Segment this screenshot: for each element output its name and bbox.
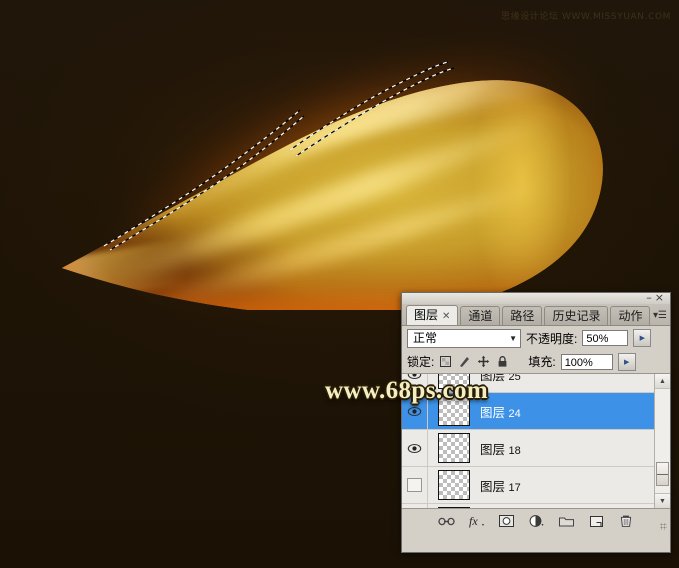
panel-window-buttons[interactable]: –× bbox=[646, 292, 667, 303]
fill-slider-arrow[interactable]: ▶ bbox=[617, 352, 636, 371]
layers-panel-toolbar[interactable]: fx bbox=[402, 509, 670, 532]
opacity-input[interactable]: 50% bbox=[582, 330, 629, 346]
lock-row: 锁定: 填充: 100% ▶ bbox=[402, 350, 670, 373]
fill-label: 填充: bbox=[528, 355, 556, 369]
opacity-slider-arrow[interactable]: ▶ bbox=[633, 329, 652, 347]
new-group-icon[interactable] bbox=[558, 513, 575, 529]
new-layer-icon[interactable] bbox=[588, 513, 605, 529]
blend-mode-value: 正常 bbox=[413, 330, 438, 345]
panel-resize-grip[interactable] bbox=[660, 523, 667, 530]
layer-number: 24 bbox=[508, 407, 521, 420]
tab-close-icon[interactable]: ✕ bbox=[442, 311, 450, 322]
layer-number: 17 bbox=[508, 481, 521, 494]
panel-menu-icon[interactable]: ▾☰ bbox=[651, 309, 667, 323]
chevron-down-icon[interactable]: ▼ bbox=[509, 330, 517, 347]
lock-icons-group[interactable] bbox=[439, 355, 509, 368]
blend-mode-select[interactable]: 正常 ▼ bbox=[407, 328, 521, 348]
lock-transparent-pixels-icon[interactable] bbox=[439, 355, 452, 368]
tab-label: 图层 bbox=[414, 308, 439, 322]
layer-thumbnail bbox=[438, 470, 470, 500]
blend-mode-row: 正常 ▼ 不透明度: 50% ▶ bbox=[402, 326, 670, 350]
tab-label: 通道 bbox=[468, 309, 493, 323]
tab-label: 动作 bbox=[618, 309, 643, 323]
tab-paths[interactable]: 路径 bbox=[502, 306, 543, 325]
site-watermark-center: www.68ps.com bbox=[325, 377, 489, 404]
opacity-label: 不透明度: bbox=[526, 331, 578, 346]
lock-label: 锁定: bbox=[407, 355, 435, 369]
layer-number: 25 bbox=[508, 373, 521, 383]
layer-thumbnail bbox=[438, 433, 470, 463]
layers-panel[interactable]: –× 图层 ✕ 通道 路径 历史记录 动作 ▾☰ 正常 ▼ 不透明度: 50% ▶… bbox=[401, 292, 671, 553]
eye-icon-hidden[interactable] bbox=[407, 478, 422, 492]
panel-tab-bar[interactable]: 图层 ✕ 通道 路径 历史记录 动作 ▾☰ bbox=[402, 304, 670, 326]
layer-name-text: 图层 bbox=[480, 405, 506, 420]
tab-layers[interactable]: 图层 ✕ bbox=[406, 305, 459, 325]
layer-thumbnail-cell[interactable] bbox=[428, 470, 480, 500]
new-adjustment-layer-icon[interactable] bbox=[528, 513, 545, 529]
layer-number: 18 bbox=[508, 444, 521, 457]
tab-label: 历史记录 bbox=[552, 309, 601, 323]
leaf-artwork bbox=[8, 0, 679, 426]
eye-icon[interactable] bbox=[407, 406, 422, 417]
layer-name[interactable]: 图层 17 bbox=[480, 476, 521, 495]
layer-name-text: 图层 bbox=[480, 479, 506, 494]
minimize-icon[interactable]: – bbox=[646, 291, 655, 304]
layer-visibility-cell[interactable] bbox=[402, 467, 428, 503]
layer-visibility-cell[interactable] bbox=[402, 430, 428, 466]
table-row[interactable]: 图层 18 bbox=[402, 430, 670, 467]
scroll-up-icon[interactable]: ▲ bbox=[655, 374, 670, 389]
link-layers-icon[interactable] bbox=[437, 513, 455, 529]
table-row[interactable]: 图层 17 bbox=[402, 467, 670, 504]
tab-label: 路径 bbox=[510, 309, 535, 323]
layer-thumbnail-cell[interactable] bbox=[428, 433, 480, 463]
eye-icon[interactable] bbox=[407, 443, 422, 454]
tab-actions[interactable]: 动作 bbox=[610, 306, 651, 325]
add-layer-mask-icon[interactable] bbox=[498, 513, 515, 529]
lock-image-pixels-icon[interactable] bbox=[458, 355, 471, 368]
close-icon[interactable]: × bbox=[655, 291, 667, 304]
lock-position-icon[interactable] bbox=[477, 355, 490, 368]
panel-titlebar[interactable]: –× bbox=[402, 292, 670, 304]
svg-text:fx: fx bbox=[469, 514, 478, 528]
fill-input[interactable]: 100% bbox=[560, 353, 613, 370]
delete-layer-icon[interactable] bbox=[618, 513, 635, 529]
scrollbar-thumb[interactable] bbox=[656, 462, 669, 486]
tab-history[interactable]: 历史记录 bbox=[544, 306, 609, 325]
add-layer-style-fx-icon[interactable]: fx bbox=[468, 513, 485, 529]
tab-channels[interactable]: 通道 bbox=[460, 306, 501, 325]
layer-name[interactable]: 图层 18 bbox=[480, 439, 521, 458]
scroll-down-icon[interactable]: ▼ bbox=[655, 493, 670, 508]
layer-name-text: 图层 bbox=[480, 442, 506, 457]
layers-scrollbar[interactable]: ▲ ▼ bbox=[654, 374, 670, 508]
lock-all-icon[interactable] bbox=[496, 355, 509, 368]
